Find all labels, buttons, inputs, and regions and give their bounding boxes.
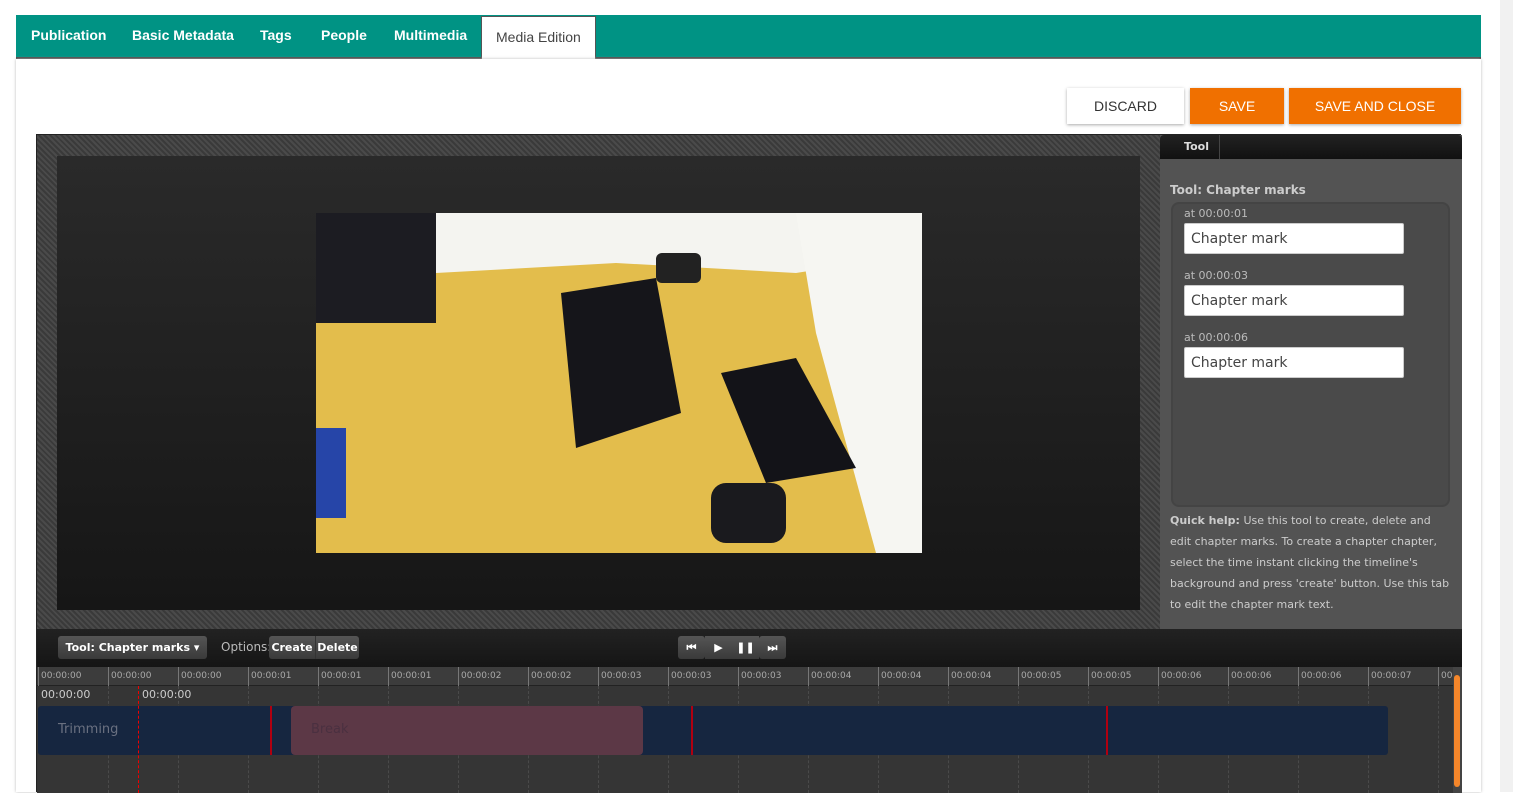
- timeline-tick: 00:00:02: [458, 667, 501, 686]
- timeline-tick: 00:00:04: [948, 667, 991, 686]
- skip-forward-icon[interactable]: ⏭: [759, 636, 786, 659]
- playhead[interactable]: [138, 686, 139, 793]
- tool-title: Tool: Chapter marks: [1170, 183, 1306, 197]
- timeline-tick: 00:00:01: [388, 667, 431, 686]
- timeline-tick: 00:00:06: [1298, 667, 1341, 686]
- timeline-tick: 00:00:00: [108, 667, 151, 686]
- timeline-tick: 00:00:07: [1368, 667, 1411, 686]
- tool-side-panel: Tool Tool: Chapter marks at 00:00:01 at …: [1160, 135, 1462, 629]
- video-image: [316, 213, 922, 553]
- timeline-tick: 00:00:03: [598, 667, 641, 686]
- chapter-mark-input[interactable]: [1184, 347, 1404, 378]
- timeline[interactable]: 00:00:00 00:00:00 00:00:00 00:00:01 00:00:01…: [37, 667, 1461, 793]
- timeline-tick: 00:00:02: [528, 667, 571, 686]
- chapter-marks-list: at 00:00:01 at 00:00:03 at 00:00:06: [1171, 202, 1450, 507]
- quick-help-text: Use this tool to create, delete and edit…: [1170, 514, 1450, 611]
- timeline-tick: 00:00:00: [178, 667, 221, 686]
- video-stage: [57, 156, 1140, 610]
- tool-dropdown-label: Tool: Chapter marks: [65, 641, 191, 654]
- timeline-start-time: 00:00:00: [41, 688, 91, 701]
- tab-tags[interactable]: Tags: [260, 15, 292, 57]
- tab-multimedia[interactable]: Multimedia: [394, 15, 467, 57]
- tool-dropdown[interactable]: Tool: Chapter marks ▾: [58, 636, 207, 659]
- editor-toolbar: Tool: Chapter marks ▾ Options: Create De…: [37, 629, 1462, 667]
- tab-people[interactable]: People: [321, 15, 367, 57]
- timeline-tick: 00:00:03: [738, 667, 781, 686]
- break-label: Break: [311, 722, 349, 737]
- timeline-tick: 00:00:04: [808, 667, 851, 686]
- discard-button[interactable]: DISCARD: [1067, 88, 1184, 124]
- chapter-mark-time: at 00:00:03: [1184, 269, 1248, 282]
- tab-publication[interactable]: Publication: [31, 15, 106, 57]
- media-editor: Tool Tool: Chapter marks at 00:00:01 at …: [36, 134, 1462, 793]
- timeline-tick: 00:00:05: [1088, 667, 1131, 686]
- options-label: Options:: [221, 640, 272, 654]
- trimming-segment[interactable]: Trimming: [38, 706, 1388, 755]
- timeline-tick: 00:00:04: [878, 667, 921, 686]
- quick-help: Quick help: Use this tool to create, del…: [1170, 510, 1455, 615]
- chapter-marker[interactable]: [691, 706, 693, 755]
- quick-help-label: Quick help:: [1170, 514, 1240, 527]
- tab-media-edition[interactable]: Media Edition: [481, 16, 596, 59]
- chapter-mark-time: at 00:00:06: [1184, 331, 1248, 344]
- side-panel-header: Tool: [1160, 135, 1462, 159]
- chapter-mark-input[interactable]: [1184, 223, 1404, 254]
- caret-down-icon: ▾: [193, 641, 200, 654]
- grid-line: [1438, 686, 1439, 793]
- chapter-marker[interactable]: [1106, 706, 1108, 755]
- skip-back-icon[interactable]: ⏮: [678, 636, 705, 659]
- timeline-tick: 00:00:01: [248, 667, 291, 686]
- timeline-tick: 00:00:01: [318, 667, 361, 686]
- save-and-close-button[interactable]: SAVE AND CLOSE: [1289, 88, 1461, 124]
- pause-icon[interactable]: ❚❚: [732, 636, 759, 659]
- tab-bar: Publication Basic Metadata Tags People M…: [16, 15, 1481, 59]
- scrollbar-thumb[interactable]: [1454, 675, 1460, 787]
- chapter-marker[interactable]: [270, 706, 272, 755]
- chapter-mark-input[interactable]: [1184, 285, 1404, 316]
- timeline-tick: 00:00:06: [1158, 667, 1201, 686]
- trimming-label: Trimming: [58, 722, 119, 737]
- tab-tool[interactable]: Tool: [1174, 135, 1220, 159]
- create-button[interactable]: Create: [269, 636, 315, 659]
- save-button[interactable]: SAVE: [1190, 88, 1284, 124]
- break-segment[interactable]: Break: [291, 706, 643, 755]
- timeline-tick: 00:00:05: [1018, 667, 1061, 686]
- timeline-scrollbar[interactable]: [1453, 667, 1462, 793]
- chapter-mark-time: at 00:00:01: [1184, 207, 1248, 220]
- video-frame[interactable]: [316, 213, 922, 553]
- play-icon[interactable]: ▶: [705, 636, 732, 659]
- tab-basic-metadata[interactable]: Basic Metadata: [132, 15, 234, 57]
- delete-button[interactable]: Delete: [315, 636, 359, 659]
- timeline-ruler[interactable]: 00:00:00 00:00:00 00:00:00 00:00:01 00:00:01…: [37, 667, 1461, 686]
- timeline-tick: 00:00:00: [38, 667, 81, 686]
- cursor-time: 00:00:00: [142, 688, 192, 701]
- page-scrollbar[interactable]: [1500, 0, 1513, 792]
- timeline-tick: 00:00:03: [668, 667, 711, 686]
- timeline-tick: 00:00:06: [1228, 667, 1271, 686]
